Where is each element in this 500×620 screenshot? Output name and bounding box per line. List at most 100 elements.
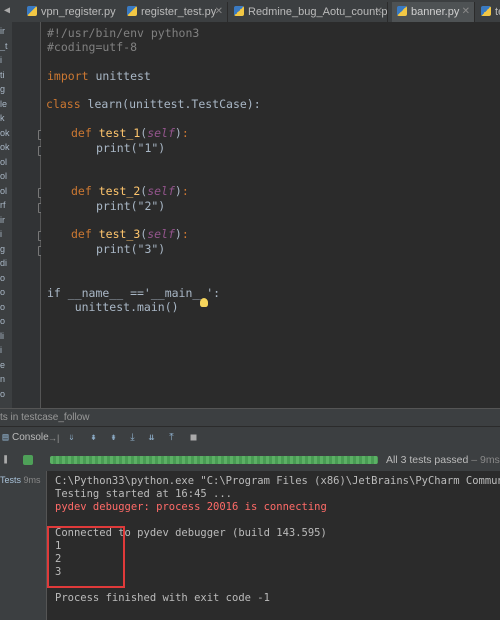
console-tab[interactable]: Console <box>12 427 49 449</box>
run-panel-header: ts in testcase_follow <box>0 408 500 427</box>
highlight-box <box>47 526 125 588</box>
pause-icon[interactable]: ❚ <box>0 454 11 465</box>
test-summary-text: All 3 tests passed <box>386 454 469 466</box>
project-tree-item[interactable]: le <box>0 99 12 109</box>
project-tree-item[interactable]: e <box>0 360 12 370</box>
keyword: def <box>71 184 92 198</box>
test-status-row: ❚ All 3 tests passed – 9ms <box>0 449 500 472</box>
project-tree-item[interactable]: _t <box>0 41 12 51</box>
tab-label: Redmine_bug_Aotu_count.py <box>248 6 388 18</box>
project-tree-item[interactable]: ok <box>0 128 12 138</box>
project-tree-item[interactable]: o <box>0 302 12 312</box>
code-line: #coding=utf-8 <box>47 40 138 54</box>
project-tree-item[interactable]: i <box>0 229 12 239</box>
self-param: self <box>147 126 175 140</box>
passed-status-icon <box>23 455 33 465</box>
project-tree-item[interactable]: g <box>0 84 12 94</box>
self-param: self <box>147 184 175 198</box>
console-arrow-icon[interactable]: →| <box>48 427 59 449</box>
project-tree-item[interactable]: k <box>0 113 12 123</box>
console-line: C:\Python33\python.exe "C:\Program Files… <box>55 475 500 487</box>
test-tree: Tests 9ms <box>0 471 47 620</box>
project-tree-item[interactable]: i <box>0 345 12 355</box>
project-tree-item[interactable]: ti <box>0 70 12 80</box>
test-summary: All 3 tests passed – 9ms <box>386 449 500 471</box>
project-tree-item[interactable]: o <box>0 316 12 326</box>
code-line: def test_2(self): <box>71 184 189 198</box>
tab-label: register_test.py <box>141 6 217 18</box>
close-icon[interactable]: ✕ <box>462 2 470 22</box>
project-tree-item[interactable]: n <box>0 374 12 384</box>
python-file-icon <box>27 6 37 16</box>
function-name: test_3 <box>98 227 141 241</box>
close-icon[interactable]: ✕ <box>215 2 223 22</box>
code-line: def test_3(self): <box>71 227 189 241</box>
test-tree-item[interactable]: Tests 9ms <box>0 473 41 487</box>
editor-tab-bar: vpn_register.py✕ register_test.py✕ Redmi… <box>0 0 500 23</box>
console-error-line: pydev debugger: process 20016 is connect… <box>55 501 327 513</box>
keyword: def <box>71 126 92 140</box>
project-tree-item[interactable]: rf <box>0 200 12 210</box>
collapse-icon[interactable]: ⤒ <box>166 432 177 443</box>
tab-label: vpn_register.py <box>41 6 116 18</box>
function-name: test_1 <box>98 126 141 140</box>
test-tree-time: 9ms <box>23 475 41 485</box>
up-trace-icon[interactable]: ⇞ <box>88 432 99 443</box>
keyword: class <box>46 97 81 111</box>
project-tree-item[interactable]: o <box>0 389 12 399</box>
python-file-icon <box>127 6 137 16</box>
scroll-left-icon[interactable]: ◀ <box>4 5 16 17</box>
code-line: def test_1(self): <box>71 126 189 140</box>
tab-overflow[interactable]: te <box>476 2 500 22</box>
console-line: Process finished with exit code -1 <box>55 592 270 604</box>
project-tree-item[interactable]: li <box>0 331 12 341</box>
keyword: def <box>71 227 92 241</box>
project-tree-item[interactable]: o <box>0 287 12 297</box>
console-line: Testing started at 16:45 ... <box>55 488 233 500</box>
project-tree-item[interactable]: ol <box>0 157 12 167</box>
stop-icon[interactable]: ■ <box>188 432 199 443</box>
console-output[interactable]: C:\Python33\python.exe "C:\Program Files… <box>47 471 500 620</box>
tab-banner[interactable]: banner.py ✕ <box>392 2 475 22</box>
code-line: print("2") <box>96 199 166 213</box>
code-line: class learn(unittest.TestCase): <box>46 96 261 112</box>
project-tree-item[interactable]: g <box>0 244 12 254</box>
project-tree-item[interactable]: di <box>0 258 12 268</box>
tab-label: banner.py <box>411 6 460 18</box>
tab-register-test[interactable]: register_test.py ✕ <box>122 2 228 22</box>
code-line: print("3") <box>96 242 166 256</box>
code-text: learn(unittest.TestCase): <box>80 97 261 111</box>
export-icon[interactable]: ⤓ <box>127 432 138 443</box>
project-tree-item[interactable]: ok <box>0 142 12 152</box>
tab-redmine-bug[interactable]: Redmine_bug_Aotu_count.py ✕ <box>229 2 388 22</box>
keyword: import <box>47 69 89 83</box>
test-tree-label: Tests <box>0 475 22 485</box>
lightbulb-icon[interactable] <box>200 298 208 307</box>
run-toolbar: ▤ Console →| ⇓ ⇞ ⇟ ⤓ ⇊ ⤒ ■ <box>0 426 500 450</box>
project-tree-item[interactable]: ol <box>0 186 12 196</box>
test-summary-time: – 9ms <box>471 454 500 466</box>
python-file-icon <box>234 6 244 16</box>
scroll-to-end-icon[interactable]: ⇓ <box>66 432 77 443</box>
python-file-icon <box>481 6 491 16</box>
tab-label: te <box>495 6 500 18</box>
run-config-name: ts in testcase_follow <box>0 412 90 423</box>
code-editor[interactable]: #!/usr/bin/env python3 #coding=utf-8 imp… <box>41 22 500 408</box>
project-tree-item[interactable]: ol <box>0 171 12 181</box>
close-icon[interactable]: ✕ <box>375 2 383 22</box>
project-tree-item[interactable]: i <box>0 55 12 65</box>
test-progress-bar <box>50 456 378 464</box>
code-line: unittest.main() <box>47 300 179 314</box>
self-param: self <box>147 227 175 241</box>
console-icon: ▤ <box>2 432 9 443</box>
project-tree-item[interactable]: ir <box>0 215 12 225</box>
function-name: test_2 <box>98 184 141 198</box>
project-tree-item[interactable]: ir <box>0 26 12 36</box>
down-trace-icon[interactable]: ⇟ <box>108 432 119 443</box>
editor-gutter <box>12 22 47 408</box>
filter-icon[interactable]: ⇊ <box>146 432 157 443</box>
project-tree-item[interactable]: o <box>0 273 12 283</box>
code-line: import unittest <box>47 68 151 84</box>
python-file-icon <box>397 6 407 16</box>
code-line: print("1") <box>96 141 166 155</box>
